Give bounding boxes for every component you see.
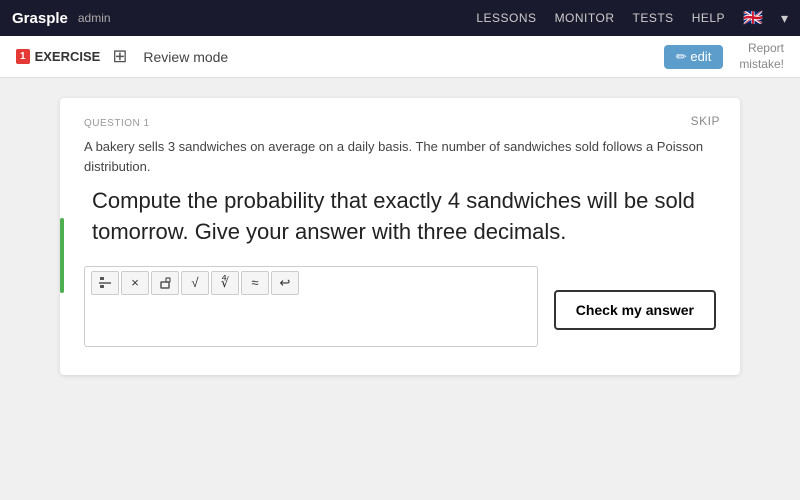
nav-tests[interactable]: TESTS (633, 11, 674, 25)
brand-logo: Grasple (12, 10, 68, 27)
math-btn-power[interactable] (151, 271, 179, 295)
input-area: × √ ∜ ≈ ↩ (84, 266, 538, 347)
edit-button[interactable]: ✏ edit (664, 45, 723, 69)
math-btn-approx[interactable]: ≈ (241, 271, 269, 295)
question-divider (60, 218, 64, 293)
language-flag[interactable]: 🇬🇧 (743, 8, 763, 28)
math-btn-sqrt[interactable]: √ (181, 271, 209, 295)
question-main-text: Compute the probability that exactly 4 s… (84, 186, 716, 248)
report-mistake-link[interactable]: Reportmistake! (739, 41, 784, 72)
review-mode-label: Review mode (143, 49, 228, 65)
math-btn-fraction[interactable] (91, 271, 119, 295)
subtoolbar-right: ✏ edit Reportmistake! (664, 41, 784, 72)
math-btn-nthroot[interactable]: ∜ (211, 271, 239, 295)
admin-label: admin (78, 11, 111, 25)
math-toolbar: × √ ∜ ≈ ↩ (84, 266, 538, 299)
navbar: Grasple admin LESSONS MONITOR TESTS HELP… (0, 0, 800, 36)
math-btn-arrow[interactable]: ↩ (271, 271, 299, 295)
navbar-left: Grasple admin (12, 10, 111, 27)
nav-help[interactable]: HELP (692, 11, 725, 25)
subtoolbar: 1 EXERCISE ⊞ Review mode ✏ edit Reportmi… (0, 36, 800, 78)
nav-lessons[interactable]: LESSONS (476, 11, 536, 25)
math-btn-multiply[interactable]: × (121, 271, 149, 295)
exercise-label: EXERCISE (35, 49, 101, 64)
skip-button[interactable]: SKIP (691, 114, 720, 128)
user-avatar-icon[interactable]: ▾ (781, 10, 788, 27)
navbar-right: LESSONS MONITOR TESTS HELP 🇬🇧 ▾ (476, 8, 788, 28)
exercise-badge: 1 EXERCISE (16, 49, 100, 64)
nav-monitor[interactable]: MONITOR (555, 11, 615, 25)
grid-icon[interactable]: ⊞ (112, 46, 127, 67)
question-label: QUESTION 1 (84, 118, 716, 129)
check-answer-button[interactable]: Check my answer (554, 290, 716, 330)
answer-row: × √ ∜ ≈ ↩ Check my answer (84, 266, 716, 347)
main-content: QUESTION 1 SKIP A bakery sells 3 sandwic… (0, 78, 800, 500)
question-context: A bakery sells 3 sandwiches on average o… (84, 137, 716, 176)
exercise-icon: 1 (16, 49, 30, 64)
question-card: QUESTION 1 SKIP A bakery sells 3 sandwic… (60, 98, 740, 375)
answer-input[interactable] (84, 299, 538, 347)
